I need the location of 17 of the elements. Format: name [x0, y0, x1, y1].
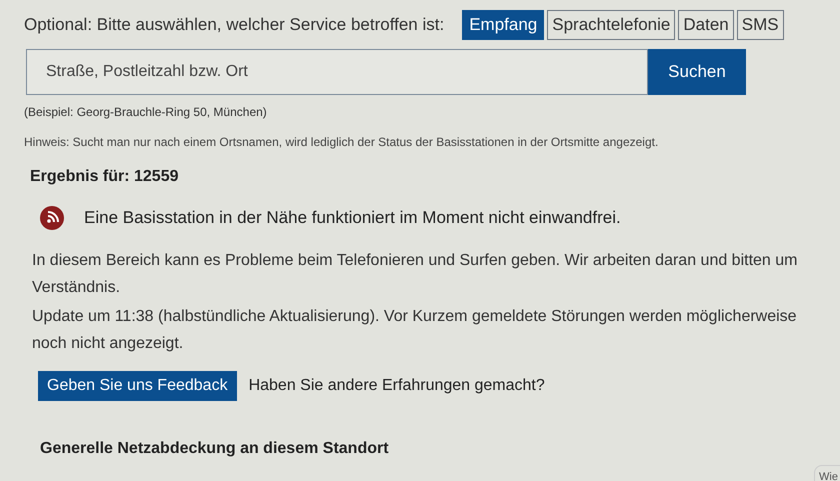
status-message: Eine Basisstation in der Nähe funktioniert im Moment nicht einwandfrei. [84, 207, 621, 229]
service-option[interactable]: SMS [736, 10, 784, 40]
service-option[interactable]: Sprachtelefonie [547, 10, 676, 40]
info-paragraph: In diesem Bereich kann es Probleme beim Telefonieren und Surfen geben. Wir arbeiten daran und bitten um Verständnis. [32, 250, 798, 298]
coverage-heading: Generelle Netzabdeckung an diesem Standort [40, 438, 390, 458]
feedback-question: Haben Sie andere Erfahrungen gemacht? [248, 376, 545, 396]
search-field[interactable]: Straße, Postleitzahl bzw. Ort [26, 49, 648, 95]
example-text: (Beispiel: Georg-Brauchle-Ring 50, München) [24, 104, 268, 121]
feedback-button[interactable]: Geben Sie uns Feedback [38, 370, 237, 400]
search-button[interactable]: Suchen [648, 49, 746, 95]
service-option[interactable]: Daten [678, 10, 734, 40]
service-option[interactable]: Empfang [462, 10, 544, 40]
info-paragraph: Update um 11:38 (halbstündliche Aktualisierung). Vor Kurzem gemeldete Störungen werden möglicherweise noch nicht angezeigt. [32, 306, 798, 354]
service-label: Optional: Bitte auswählen, welcher Service betroffen ist: [24, 14, 444, 36]
side-button[interactable]: Wie [814, 465, 840, 481]
result-heading: Ergebnis für: 12559 [30, 167, 180, 187]
hint-text: Hinweis: Sucht man nur nach einem Ortsnamen, wird lediglich der Status der Basisstationen in der Ortsmitte angezeigt. [24, 134, 660, 151]
